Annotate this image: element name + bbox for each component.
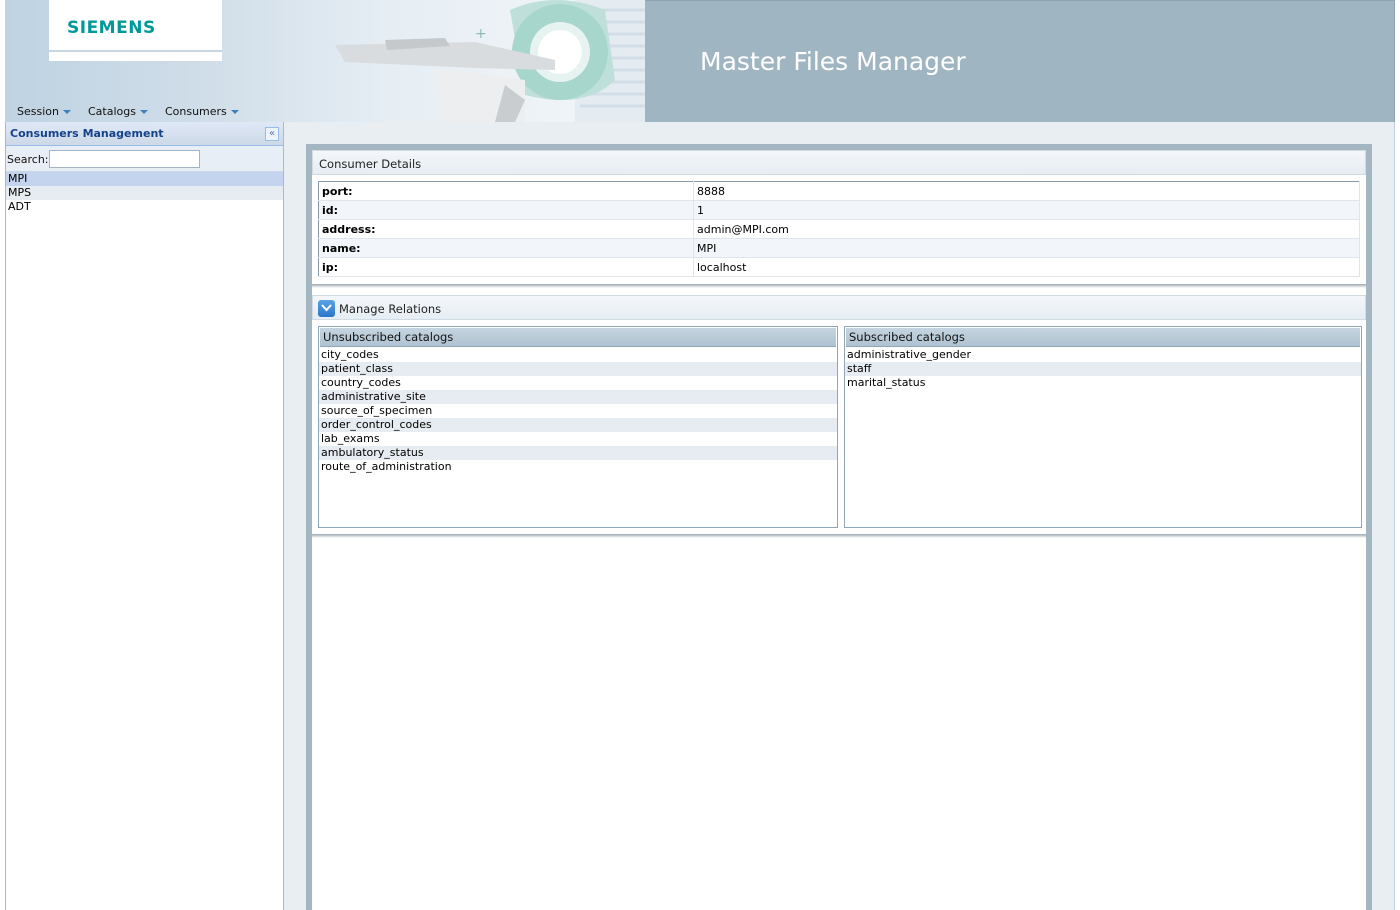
chevron-down-icon (62, 110, 71, 114)
detail-value: MPI (693, 238, 1360, 258)
subscribed-items: administrative_gender staff marital_stat… (845, 348, 1361, 390)
consumer-details-header: Consumer Details (312, 150, 1366, 175)
table-row: port: 8888 (318, 181, 1360, 201)
subscribed-catalogs-header: Subscribed catalogs (846, 328, 1360, 347)
collapse-toggle-button[interactable] (318, 300, 335, 317)
detail-key: id: (318, 200, 694, 220)
search-row: Search: (6, 146, 283, 172)
table-row: name: MPI (318, 238, 1360, 258)
menu-session[interactable]: Session (17, 103, 71, 119)
panel-divider (312, 284, 1366, 288)
sidebar-title: Consumers Management (10, 127, 164, 140)
menu-catalogs[interactable]: Catalogs (88, 103, 148, 119)
app-header: SIEMENS + Session Catalogs Consumers Mas… (5, 0, 1395, 122)
subscribed-catalogs-list[interactable]: Subscribed catalogs administrative_gende… (844, 326, 1362, 528)
table-row: ip: localhost (318, 257, 1360, 277)
detail-key: ip: (318, 257, 694, 277)
double-chevron-left-icon: « (268, 128, 276, 139)
list-item[interactable]: city_codes (319, 348, 837, 362)
collapse-sidebar-button[interactable]: « (265, 127, 279, 141)
consumer-item-mpi[interactable]: MPI (6, 172, 283, 186)
list-item[interactable]: lab_exams (319, 432, 837, 446)
manage-relations-title: Manage Relations (339, 302, 442, 316)
detail-value: 8888 (693, 181, 1360, 201)
manage-relations-panel: Manage Relations Unsubscribed catalogs c… (312, 295, 1366, 545)
search-input[interactable] (49, 150, 200, 168)
list-item[interactable]: route_of_administration (319, 460, 837, 474)
consumer-details-table: port: 8888 id: 1 address: admin@MPI.com … (318, 181, 1360, 277)
detail-key: address: (318, 219, 694, 239)
manage-relations-header: Manage Relations (312, 295, 1366, 320)
main-content: Consumer Details port: 8888 id: 1 addres… (284, 122, 1395, 910)
logo-text: SIEMENS (67, 18, 156, 38)
list-item[interactable]: administrative_gender (845, 348, 1361, 362)
main-inner: Consumer Details port: 8888 id: 1 addres… (312, 150, 1366, 910)
main-frame: Consumer Details port: 8888 id: 1 addres… (306, 144, 1372, 910)
list-item[interactable]: order_control_codes (319, 418, 837, 432)
table-row: id: 1 (318, 200, 1360, 220)
detail-value: 1 (693, 200, 1360, 220)
chevron-down-icon (321, 304, 332, 312)
header-banner: SIEMENS + Session Catalogs Consumers (5, 0, 645, 122)
list-item[interactable]: marital_status (845, 376, 1361, 390)
detail-key: name: (318, 238, 694, 258)
app-title: Master Files Manager (700, 47, 966, 76)
consumer-details-title: Consumer Details (319, 157, 422, 171)
list-item[interactable]: ambulatory_status (319, 446, 837, 460)
unsubscribed-catalogs-list[interactable]: Unsubscribed catalogs city_codes patient… (318, 326, 838, 528)
list-item[interactable]: patient_class (319, 362, 837, 376)
detail-value: localhost (693, 257, 1360, 277)
unsubscribed-catalogs-header: Unsubscribed catalogs (320, 328, 836, 347)
unsubscribed-items: city_codes patient_class country_codes a… (319, 348, 837, 474)
consumer-details-panel: Consumer Details port: 8888 id: 1 addres… (312, 150, 1366, 290)
logo: SIEMENS (49, 0, 222, 61)
list-item[interactable]: administrative_site (319, 390, 837, 404)
menu-catalogs-label: Catalogs (87, 104, 136, 118)
menu-consumers-label: Consumers (164, 104, 227, 118)
consumer-item-adt[interactable]: ADT (6, 200, 283, 214)
menu-consumers[interactable]: Consumers (165, 103, 239, 119)
consumer-item-mps[interactable]: MPS (6, 186, 283, 200)
detail-key: port: (318, 181, 694, 201)
consumers-sidebar: Consumers Management « Search: MPI MPS A… (5, 122, 284, 910)
list-item[interactable]: source_of_specimen (319, 404, 837, 418)
ct-scanner-image: + (335, 0, 645, 122)
table-row: address: admin@MPI.com (318, 219, 1360, 239)
svg-text:+: + (475, 26, 487, 42)
chevron-down-icon (139, 110, 148, 114)
menu-session-label: Session (17, 104, 59, 118)
detail-value: admin@MPI.com (693, 219, 1360, 239)
search-label: Search: (7, 153, 49, 166)
consumer-list: MPI MPS ADT (6, 172, 283, 214)
title-bar: Master Files Manager (645, 0, 1395, 122)
list-item[interactable]: staff (845, 362, 1361, 376)
panel-divider (312, 534, 1366, 538)
sidebar-header: Consumers Management « (6, 122, 283, 146)
chevron-down-icon (230, 110, 239, 114)
menu-bar: Session Catalogs Consumers (17, 103, 239, 119)
list-item[interactable]: country_codes (319, 376, 837, 390)
